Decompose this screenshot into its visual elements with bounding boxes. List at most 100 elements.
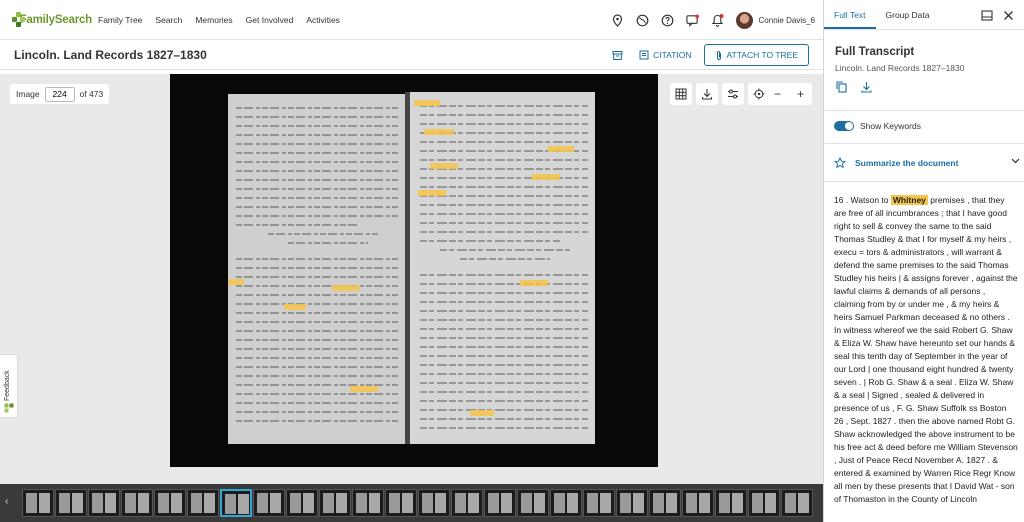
feedback-icon (4, 403, 14, 413)
feedback-label: Feedback (4, 370, 11, 401)
keyword-highlight (532, 174, 560, 180)
nav-activities[interactable]: Activities (306, 15, 340, 25)
thumbnail[interactable] (550, 489, 582, 517)
keyword-highlight (228, 279, 244, 285)
paperclip-icon (716, 50, 721, 60)
transcript-text-start: 16 . Watson to (834, 195, 891, 205)
image-number-input[interactable] (44, 86, 75, 102)
divider (824, 143, 1024, 144)
dock-panel-icon[interactable] (981, 8, 993, 26)
tab-full-text[interactable]: Full Text (824, 10, 876, 29)
thumbnail[interactable] (583, 489, 615, 517)
panel-tabs: Full Text Group Data (824, 0, 1024, 30)
title-actions: CITATION ATTACH TO TREE (600, 44, 809, 66)
thumbnail[interactable] (121, 489, 153, 517)
top-nav: FamilySearch Family Tree Search Memories… (0, 0, 823, 40)
handwriting-lines-right (420, 105, 588, 429)
tab-group-data[interactable]: Group Data (876, 10, 940, 29)
left-page (228, 94, 408, 444)
show-keywords-toggle[interactable] (834, 121, 854, 131)
right-page (410, 92, 595, 444)
download-transcript-icon[interactable] (861, 80, 872, 98)
thumbnail[interactable] (517, 489, 549, 517)
thumbnail[interactable] (616, 489, 648, 517)
thumbnail[interactable] (385, 489, 417, 517)
citation-button[interactable]: CITATION (639, 50, 692, 60)
attach-to-tree-button[interactable]: ATTACH TO TREE (703, 44, 809, 66)
thumbnail[interactable] (154, 489, 186, 517)
keyword-highlight (350, 386, 378, 392)
adjust-image-button[interactable] (722, 83, 744, 105)
grid-view-button[interactable] (670, 83, 692, 105)
nav-family-tree[interactable]: Family Tree (98, 15, 142, 25)
thumbnail[interactable] (88, 489, 120, 517)
panel-window-controls (971, 8, 1014, 26)
sliders-icon (728, 89, 738, 99)
globe-icon[interactable] (636, 14, 649, 27)
attach-label: ATTACH TO TREE (726, 50, 798, 60)
feedback-tab[interactable]: Feedback (0, 354, 18, 418)
image-viewer[interactable]: Image of 473 − + Feedback (0, 74, 823, 484)
familysearch-logo[interactable]: FamilySearch (12, 11, 93, 28)
keyword-highlight (430, 163, 458, 169)
zoom-controls: − + (766, 83, 812, 105)
thumbnail[interactable] (715, 489, 747, 517)
show-keywords-row: Show Keywords (834, 121, 1024, 131)
nav-search[interactable]: Search (155, 15, 182, 25)
zoom-in-button[interactable]: + (797, 87, 804, 101)
thumbnail[interactable] (451, 489, 483, 517)
notifications-bell-icon[interactable] (711, 13, 724, 27)
thumbnail[interactable] (484, 489, 516, 517)
user-name[interactable]: Connie Davis_6 (759, 16, 815, 25)
brand-name: FamilySearch (19, 13, 93, 26)
thumbnail[interactable] (781, 489, 813, 517)
tree-logo-icon (12, 11, 25, 28)
keyword-highlight (284, 304, 306, 310)
filmstrip-prev-icon[interactable]: ‹ (5, 496, 8, 507)
nav-get-involved[interactable]: Get Involved (246, 15, 294, 25)
thumbnail-selected[interactable] (220, 489, 252, 517)
thumbnail[interactable] (418, 489, 450, 517)
avatar[interactable] (735, 11, 753, 29)
image-number-box: Image of 473 (10, 84, 110, 104)
transcript-text: 16 . Watson to Whitney premises , that t… (834, 194, 1018, 506)
thumbnail[interactable] (187, 489, 219, 517)
thumbnail[interactable] (55, 489, 87, 517)
download-icon (701, 89, 713, 100)
divider (824, 181, 1024, 182)
thumbnail[interactable] (319, 489, 351, 517)
record-image[interactable] (170, 74, 658, 467)
handwriting-lines-left (236, 107, 400, 422)
keyword-highlight (414, 100, 440, 106)
archive-button[interactable] (612, 50, 627, 61)
download-image-button[interactable] (696, 83, 718, 105)
summarize-label: Summarize the document (855, 158, 959, 168)
zoom-out-button[interactable]: − (774, 87, 781, 101)
close-panel-icon[interactable] (1003, 8, 1014, 26)
thumbnail[interactable] (253, 489, 285, 517)
star-icon (834, 157, 846, 169)
transcript-subtitle: Lincoln. Land Records 1827–1830 (835, 63, 965, 73)
archive-icon (612, 50, 623, 60)
help-icon[interactable] (661, 14, 674, 27)
thumbnail[interactable] (22, 489, 54, 517)
location-pin-icon[interactable] (611, 13, 624, 27)
thumbnail[interactable] (649, 489, 681, 517)
grid-icon (675, 88, 687, 100)
nav-icons: Connie Davis_6 (599, 0, 815, 40)
copy-icon[interactable] (836, 80, 847, 98)
thumbnail[interactable] (682, 489, 714, 517)
thumbnail[interactable] (286, 489, 318, 517)
keyword-highlight (470, 410, 494, 416)
keyword-highlight (424, 129, 454, 135)
messages-icon[interactable] (685, 13, 699, 27)
divider (824, 110, 1024, 111)
transcript-title: Full Transcript (835, 46, 915, 58)
summarize-document-button[interactable]: Summarize the document (834, 157, 1020, 169)
nav-memories[interactable]: Memories (195, 15, 232, 25)
thumbnail[interactable] (748, 489, 780, 517)
thumbnail[interactable] (352, 489, 384, 517)
page-title: Lincoln. Land Records 1827–1830 (14, 47, 207, 62)
chevron-down-icon[interactable] (1011, 156, 1020, 166)
filmstrip[interactable]: ‹ › (0, 484, 823, 522)
